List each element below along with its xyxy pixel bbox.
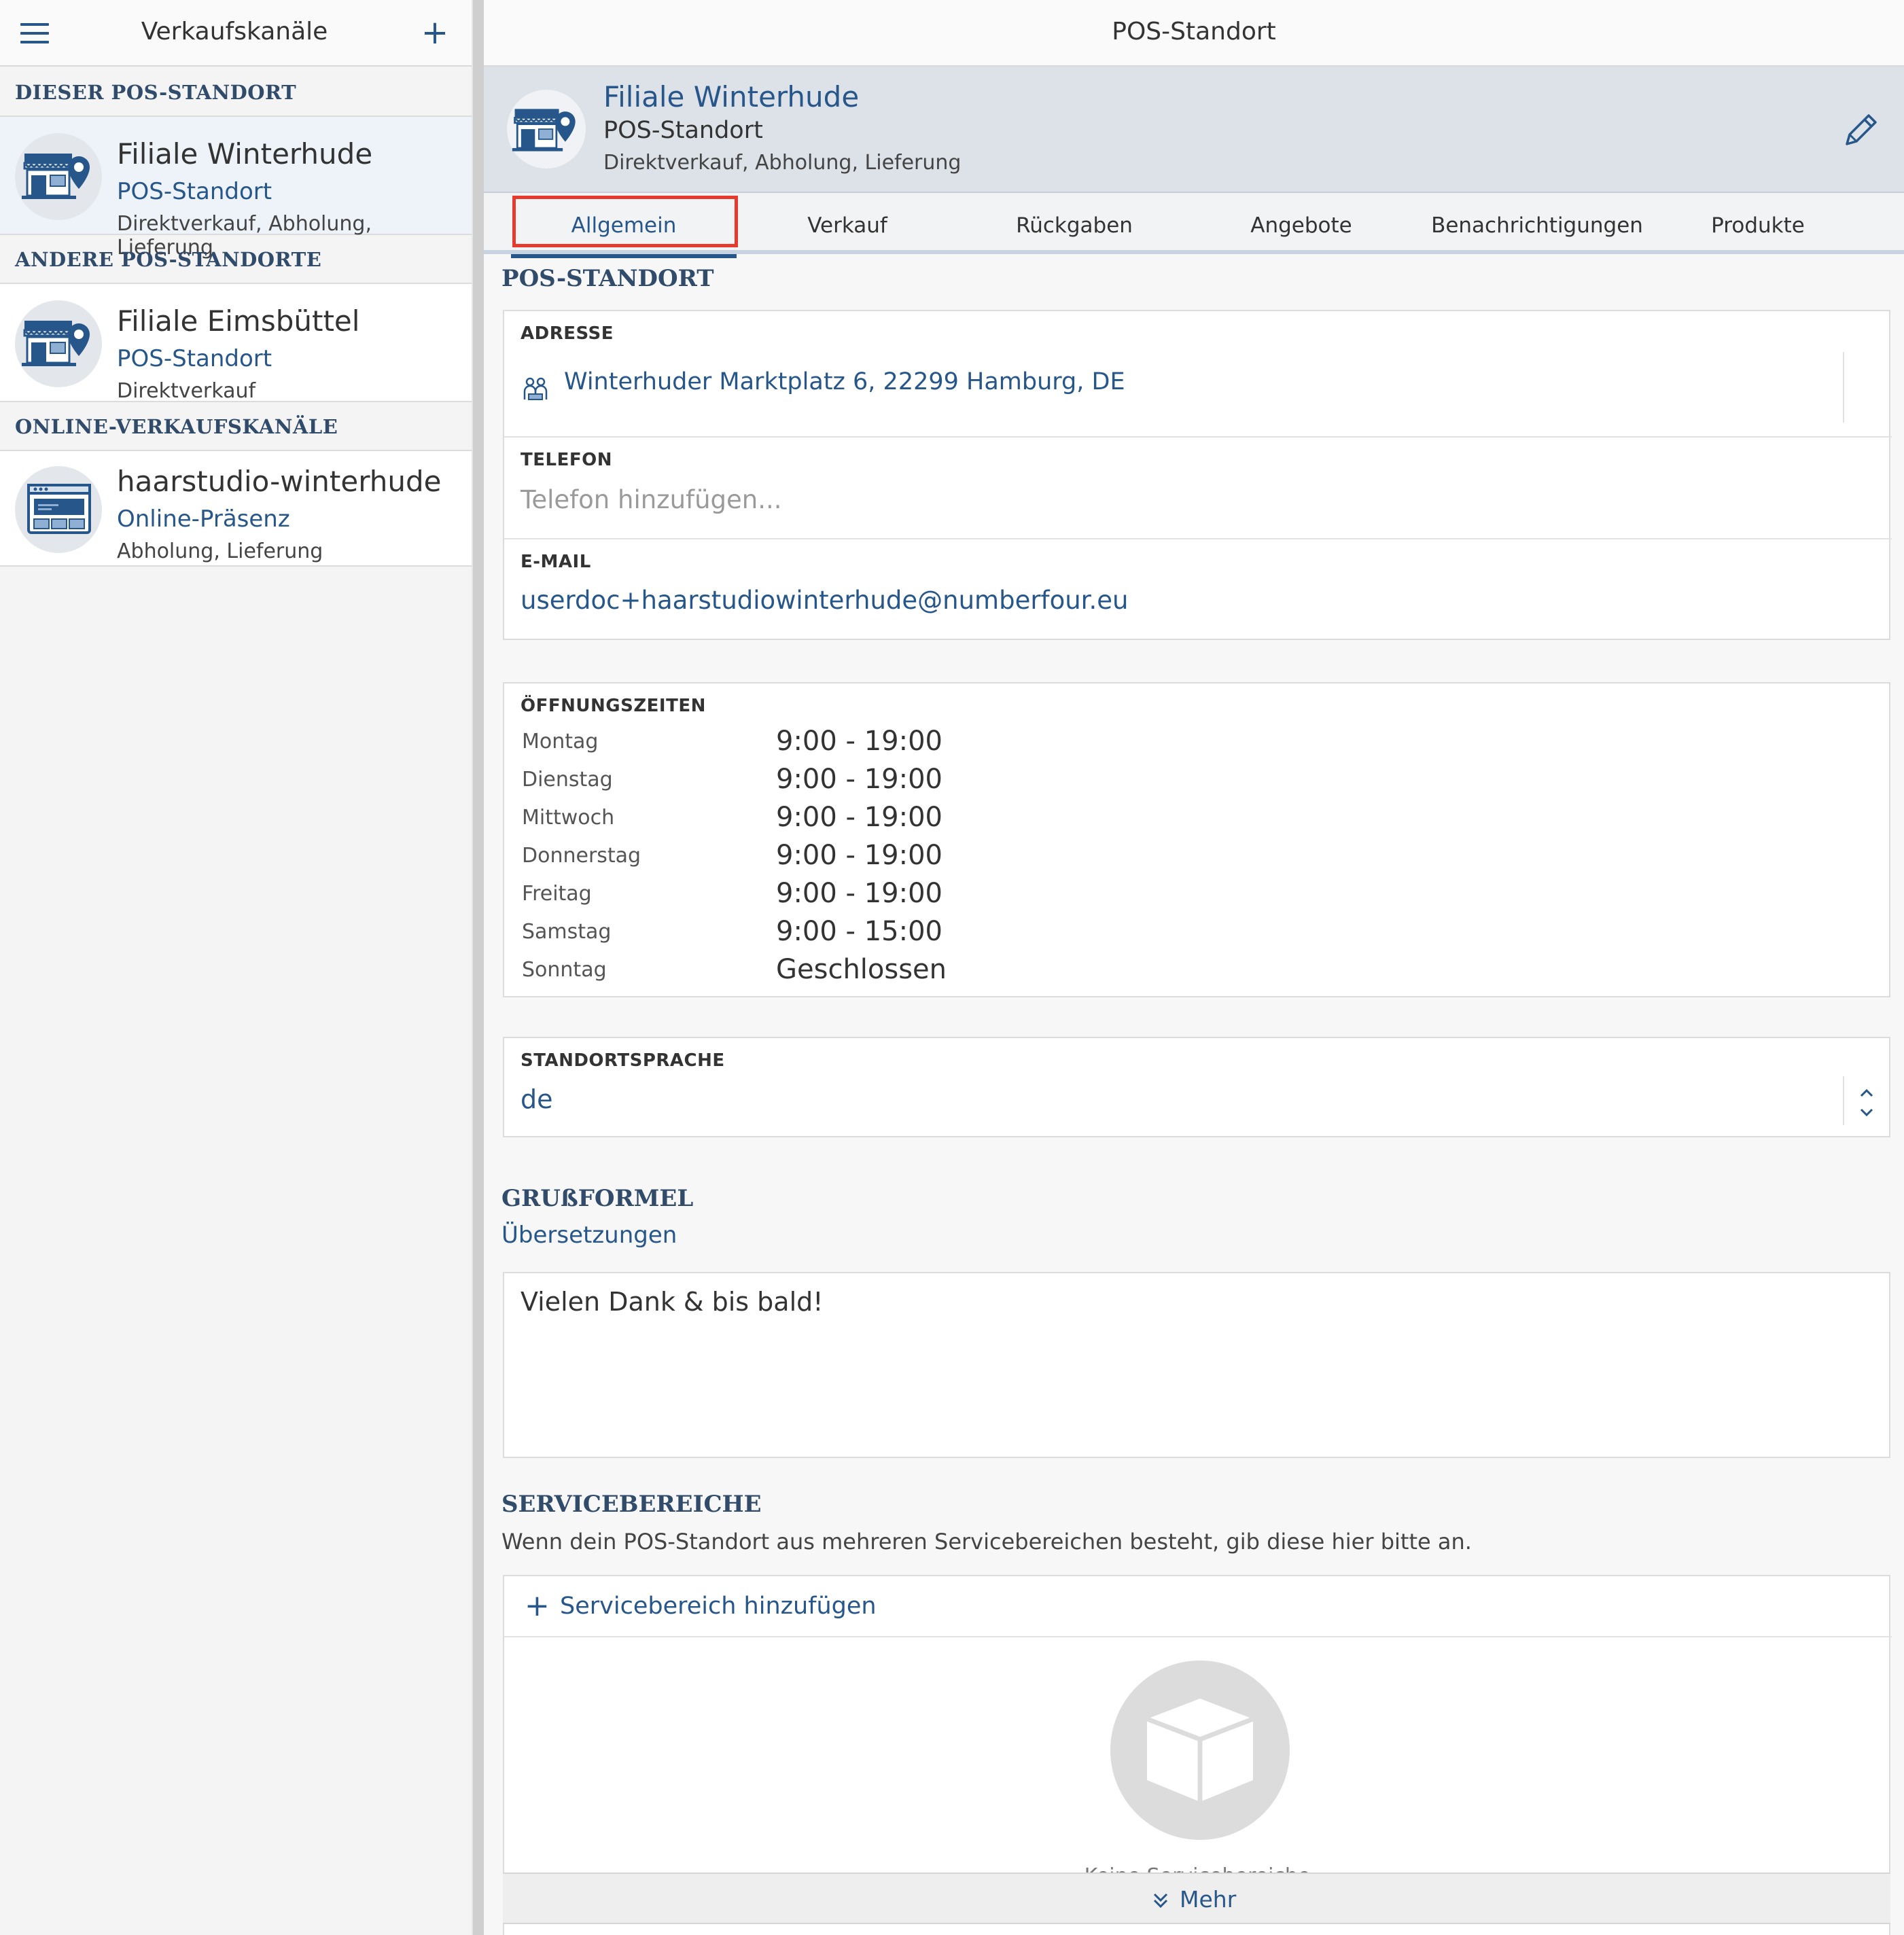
section-heading-this-pos: DIESER POS-STANDORT (0, 68, 472, 117)
contact-card: ADRESSE Winterhuder Marktplatz 6, 22299 … (503, 310, 1892, 640)
hours-row: Donnerstag 9:00 - 19:00 (522, 840, 998, 878)
section-heading-online-channels: ONLINE-VERKAUFSKANÄLE (0, 402, 472, 451)
channel-type: POS-Standort (117, 345, 272, 372)
time-value: 9:00 - 19:00 (776, 802, 942, 833)
greeting-title: GRUßFORMEL (501, 1185, 694, 1212)
add-service-area-label: Servicebereich hinzufügen (560, 1593, 877, 1620)
tab-bar: Allgemein Verkauf Rückgaben Angebote Ben… (484, 193, 1904, 258)
panel-divider[interactable] (472, 0, 484, 1935)
pos-section-title: POS-STANDORT (501, 265, 714, 292)
store-type: POS-Standort (603, 117, 763, 144)
channel-item-filiale-eimsbuettel[interactable]: Filiale Eimsbüttel POS-Standort Direktve… (0, 284, 472, 403)
field-separator (504, 436, 1892, 438)
tab-benachrichtigungen[interactable]: Benachrichtigungen (1408, 193, 1666, 254)
sales-channels-panel: Verkaufskanäle + DIESER POS-STANDORT Fil… (0, 0, 472, 1935)
address-field-divider (1843, 352, 1844, 423)
field-separator (504, 1636, 1892, 1637)
language-value: de (521, 1084, 553, 1114)
greeting-text: Vielen Dank & bis bald! (521, 1287, 824, 1317)
store-header: Filiale Winterhude POS-Standort Direktve… (484, 67, 1904, 193)
tab-allgemein[interactable]: Allgemein (511, 193, 737, 258)
time-value: Geschlossen (776, 954, 947, 985)
field-separator (504, 538, 1892, 539)
detail-title: POS-Standort (1112, 18, 1276, 46)
day-label: Sonntag (522, 958, 607, 982)
day-label: Donnerstag (522, 844, 641, 868)
address-label: ADRESSE (521, 323, 614, 344)
sales-channels-title: Verkaufskanäle (141, 18, 328, 46)
channel-name: haarstudio-winterhude (117, 465, 442, 498)
phone-input[interactable]: Telefon hinzufügen... (521, 485, 1866, 514)
hours-row: Samstag 9:00 - 15:00 (522, 916, 998, 954)
day-label: Montag (522, 730, 599, 753)
hours-row: Dienstag 9:00 - 19:00 (522, 764, 998, 802)
channel-name: Filiale Eimsbüttel (117, 304, 360, 338)
channel-type: Online-Präsenz (117, 505, 290, 533)
phone-label: TELEFON (521, 450, 612, 470)
opening-hours-label: ÖFFNUNGSZEITEN (521, 696, 706, 716)
day-label: Mittwoch (522, 806, 615, 830)
time-value: 9:00 - 19:00 (776, 878, 942, 909)
channel-item-filiale-winterhude[interactable]: Filiale Winterhude POS-Standort Direktve… (0, 117, 472, 260)
hamburger-menu-icon[interactable] (20, 23, 49, 45)
opening-hours-card[interactable]: ÖFFNUNGSZEITEN Montag 9:00 - 19:00 Diens… (503, 682, 1890, 997)
pos-location-detail-panel: POS-Standort Filiale Winterhude POS-Stan… (484, 0, 1904, 1935)
channel-name: Filiale Winterhude (117, 137, 373, 171)
day-label: Dienstag (522, 768, 613, 792)
tab-rueckgaben[interactable]: Rückgaben (969, 193, 1180, 254)
time-value: 9:00 - 19:00 (776, 764, 942, 795)
browser-window-icon (15, 466, 102, 553)
email-input[interactable]: userdoc+haarstudiowinterhude@numberfour.… (521, 586, 1866, 615)
tab-verkauf[interactable]: Verkauf (742, 193, 953, 254)
channel-subtitle: Abholung, Lieferung (117, 539, 323, 563)
store-location-icon (507, 90, 586, 168)
select-divider (1843, 1076, 1844, 1125)
day-label: Freitag (522, 882, 592, 906)
store-subtitle: Direktverkauf, Abholung, Lieferung (603, 151, 962, 175)
language-select[interactable]: STANDORTSPRACHE de (503, 1037, 1890, 1137)
double-chevron-down-icon (1151, 1890, 1170, 1911)
edit-pencil-icon[interactable] (1840, 110, 1881, 151)
add-service-area-button[interactable]: + Servicebereich hinzufügen (504, 1576, 1890, 1636)
store-name: Filiale Winterhude (603, 80, 860, 113)
hours-row: Freitag 9:00 - 19:00 (522, 878, 998, 916)
address-field[interactable]: Winterhuder Marktplatz 6, 22299 Hamburg,… (504, 352, 1843, 413)
time-value: 9:00 - 15:00 (776, 916, 942, 947)
tab-produkte[interactable]: Produkte (1653, 193, 1863, 254)
channel-item-haarstudio-winterhude[interactable]: haarstudio-winterhude Online-Präsenz Abh… (0, 451, 472, 567)
empty-box-icon (1110, 1661, 1290, 1840)
store-location-icon (15, 133, 102, 220)
tab-angebote[interactable]: Angebote (1196, 193, 1407, 254)
time-value: 9:00 - 19:00 (776, 840, 942, 871)
channel-type: POS-Standort (117, 178, 272, 205)
hours-row: Sonntag Geschlossen (522, 954, 998, 992)
more-label: Mehr (1180, 1886, 1237, 1913)
detail-topbar: POS-Standort (484, 0, 1904, 67)
people-location-icon (522, 375, 549, 402)
select-chevrons-icon[interactable] (1856, 1086, 1877, 1120)
email-label: E-MAIL (521, 552, 591, 572)
more-button[interactable]: Mehr (503, 1872, 1890, 1924)
plus-icon: + (525, 1588, 550, 1623)
store-location-icon (15, 300, 102, 387)
service-areas-title: SERVICEBEREICHE (501, 1491, 762, 1518)
greeting-textarea[interactable]: Vielen Dank & bis bald! (503, 1272, 1890, 1458)
service-areas-description: Wenn dein POS-Standort aus mehreren Serv… (501, 1529, 1472, 1555)
channel-subtitle: Direktverkauf (117, 379, 256, 403)
hours-row: Mittwoch 9:00 - 19:00 (522, 802, 998, 840)
translations-link[interactable]: Übersetzungen (501, 1222, 677, 1249)
address-value: Winterhuder Marktplatz 6, 22299 Hamburg,… (564, 368, 1125, 395)
day-label: Samstag (522, 920, 612, 944)
sales-channels-header: Verkaufskanäle + (0, 0, 472, 67)
section-heading-other-pos: ANDERE POS-STANDORTE (0, 235, 472, 284)
add-channel-button[interactable]: + (420, 15, 450, 50)
language-label: STANDORTSPRACHE (521, 1050, 725, 1071)
hours-row: Montag 9:00 - 19:00 (522, 726, 998, 764)
time-value: 9:00 - 19:00 (776, 726, 942, 757)
